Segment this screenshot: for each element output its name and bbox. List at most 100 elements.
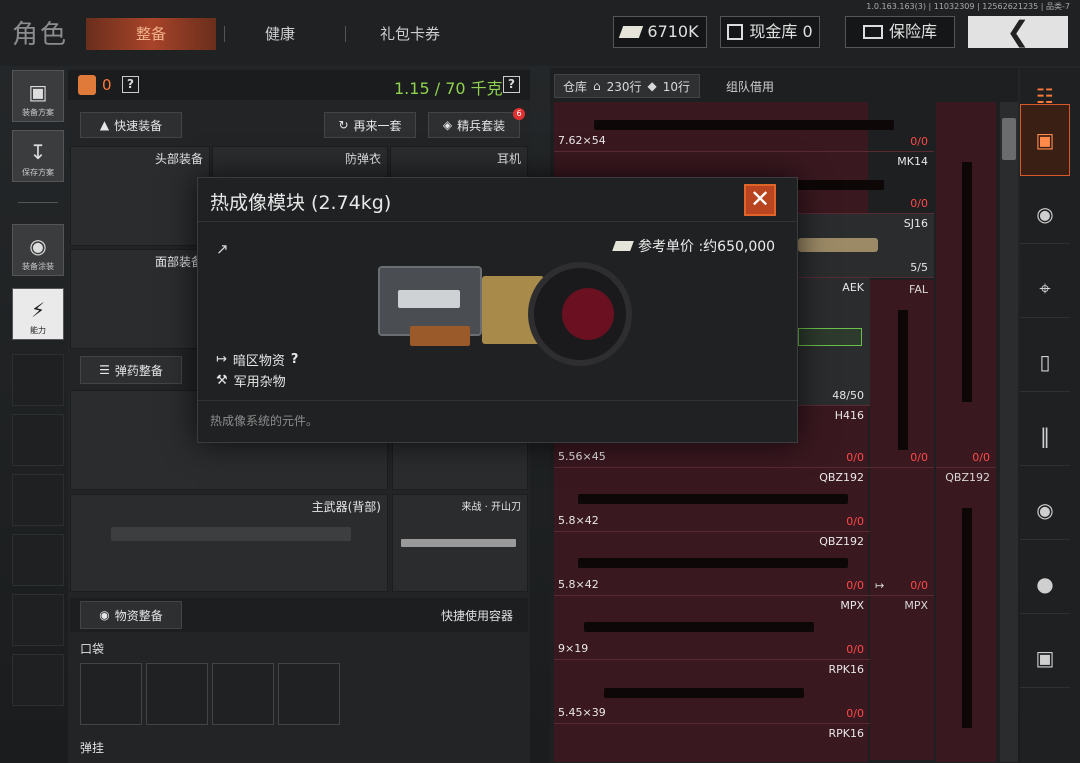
currency-amount: 6710K (647, 22, 699, 41)
pocket-slot[interactable] (80, 663, 142, 725)
lens-icon (528, 262, 632, 366)
item-name: MPX (840, 599, 864, 612)
item-name: FAL (909, 283, 928, 296)
warehouse-tab[interactable]: 仓库 ⌂ 230行 ◆ 10行 (554, 74, 700, 98)
item-count: 0/0 (846, 579, 864, 592)
slot-melee-label: 来战 · 开山刀 (461, 502, 521, 513)
slot-earphone[interactable]: 耳机 (390, 146, 528, 180)
home-icon: ⌂ (593, 79, 601, 93)
magazine-category-icon[interactable]: ▯ (1020, 332, 1070, 392)
weight-help-icon[interactable]: ? (503, 76, 520, 93)
modal-divider (198, 400, 797, 401)
elite-badge: 6 (513, 108, 525, 120)
slot-armor[interactable]: 防弹衣 (212, 146, 388, 180)
medical-category-icon[interactable]: ▣ (1020, 628, 1070, 688)
rifle-stock-icon (798, 328, 862, 346)
cash-icon (619, 26, 644, 38)
sniper-rifle-icon (594, 120, 894, 130)
back-button[interactable]: ❮ (968, 16, 1068, 48)
item-count: 0/0 (910, 135, 928, 148)
quick-equip-button[interactable]: ▲ 快速装备 (80, 112, 182, 138)
cash-vault-button[interactable]: 现金库 0 (720, 16, 820, 48)
sniper-vertical-icon (962, 162, 972, 402)
close-button[interactable]: ✕ (744, 184, 776, 216)
warehouse-item[interactable]: QBZ192 5.8×42 0/0 (554, 532, 870, 596)
pocket-slot[interactable] (146, 663, 208, 725)
rifle-silhouette-icon (111, 527, 351, 541)
safe-box-button[interactable]: 保险库 (845, 16, 955, 48)
slot-earphone-label: 耳机 (496, 152, 521, 166)
currency-display[interactable]: 6710K (613, 16, 707, 48)
warehouse-item[interactable]: RPK16 5.45×39 0/0 (554, 660, 870, 724)
save-plan-button[interactable]: ↧ 保存方案 (12, 130, 64, 182)
paint-button[interactable]: ◉ 装备涂装 (12, 224, 64, 276)
cash-vault-label: 现金库 0 (749, 22, 813, 41)
ammo-category-icon[interactable]: ‖ (1020, 406, 1070, 466)
hang-label: 弹挂 (80, 741, 105, 755)
team-borrow-tab[interactable]: 组队借用 (726, 78, 774, 95)
item-name: SJ16 (903, 217, 928, 230)
warehouse-item[interactable]: 0/0 (936, 102, 996, 468)
cash-icon (612, 241, 634, 251)
armor-category-icon[interactable]: ◉ (1020, 184, 1070, 244)
chevron-left-icon: ❮ (1006, 15, 1030, 48)
pocket-slot[interactable] (278, 663, 340, 725)
tag-label: 10行 (662, 79, 691, 94)
rifle-category-icon[interactable]: ⌖ (1020, 258, 1070, 318)
warehouse-item[interactable]: RPK16 (554, 724, 870, 763)
again-set-button[interactable]: ↻ 再来一套 (324, 112, 416, 138)
category-dark-zone-label: 暗区物资 (232, 354, 285, 369)
tab-divider (345, 26, 346, 42)
warehouse-item[interactable]: MPX 9×19 0/0 (554, 596, 870, 660)
warehouse-item[interactable]: 7.62×54 0/0 (554, 102, 934, 152)
slot-primary-back[interactable]: 主武器(背部) (70, 494, 388, 592)
warehouse-item[interactable]: MPX (870, 596, 934, 762)
supplies-label: 物资整备 (114, 608, 163, 623)
help-icon[interactable]: ? (122, 76, 139, 93)
lens-glass (562, 288, 614, 340)
attachment-category-icon[interactable]: ◉ (1020, 480, 1070, 540)
scrollbar-track[interactable] (1000, 102, 1018, 762)
supplies-button[interactable]: ◉ 物资整备 (80, 601, 182, 629)
tab-loadout[interactable]: 整备 (86, 18, 216, 50)
loadout-plan-button[interactable]: ▣ 装备方案 (12, 70, 64, 122)
quick-equip-label: 快速装备 (114, 118, 163, 133)
page-title: 角色 (12, 20, 69, 50)
item-count: 0/0 (972, 451, 990, 464)
slot-secondary[interactable] (392, 440, 528, 490)
rail-empty-slot (12, 594, 64, 646)
machete-icon (401, 539, 516, 547)
rail-empty-slot (12, 414, 64, 466)
slot-armor-label: 防弹衣 (344, 152, 381, 166)
item-name: AEK (842, 281, 864, 294)
ability-button[interactable]: ⚡ 能力 (12, 288, 64, 340)
warehouse-item[interactable]: FAL 0/0 (870, 280, 934, 468)
share-icon[interactable]: ↗ (216, 240, 229, 258)
item-name: RPK16 (828, 663, 865, 676)
slot-face[interactable]: 面部装备 (70, 249, 210, 349)
modal-title: 热成像模块 (2.74kg) (210, 192, 392, 214)
rifle-vertical-icon (898, 310, 908, 450)
scrollbar-thumb[interactable] (1002, 118, 1016, 160)
slot-melee[interactable]: 来战 · 开山刀 (392, 494, 528, 592)
item-count: 48/50 (832, 389, 864, 402)
help-icon[interactable]: ? (291, 352, 299, 367)
category-military-label: 军用杂物 (233, 375, 286, 390)
export-icon: ↦ (875, 579, 885, 592)
pocket-slot[interactable] (212, 663, 274, 725)
ammo-button[interactable]: ☰ 弹药整备 (80, 356, 182, 384)
tab-gift-cards[interactable]: 礼包卡券 (350, 18, 470, 50)
tab-health[interactable]: 健康 (230, 18, 330, 50)
tab-divider (224, 26, 225, 42)
item-caliber: 9×19 (558, 642, 589, 655)
warehouse-item[interactable]: ↦ 0/0 (870, 468, 934, 596)
item-count: 0/0 (846, 451, 864, 464)
slot-head[interactable]: 头部装备 (70, 146, 210, 246)
warehouse-item[interactable]: QBZ192 (936, 468, 996, 762)
quick-container-label: 快捷使用容器 (441, 609, 514, 623)
pocket-label: 口袋 (80, 642, 105, 656)
elite-set-button[interactable]: ◈ 精兵套装 (428, 112, 520, 138)
warehouse-item[interactable]: QBZ192 5.8×42 0/0 (554, 468, 870, 532)
all-items-icon[interactable]: ▣ (1020, 104, 1070, 176)
grenade-category-icon[interactable]: ● (1020, 554, 1070, 614)
